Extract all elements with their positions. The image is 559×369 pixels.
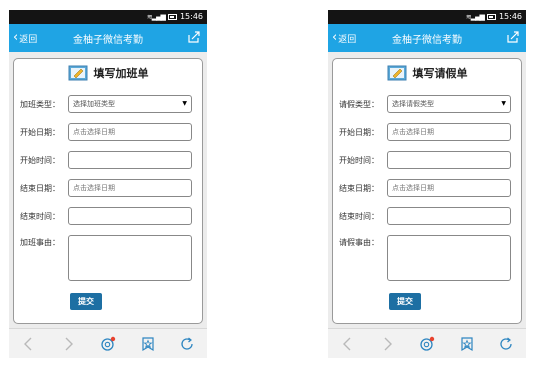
start-date-field[interactable] [387, 123, 511, 141]
browser-back-button[interactable] [337, 333, 359, 355]
browser-toolbar [328, 328, 526, 358]
search-globe-icon [101, 336, 116, 351]
status-bar: ≋▂▄▆ 15:46 [328, 10, 526, 24]
browser-toolbar [9, 328, 207, 358]
end-date-label: 结束日期： [20, 183, 60, 193]
form-title: 填写请假单 [412, 67, 468, 80]
end-date-field[interactable] [387, 179, 511, 197]
submit-button[interactable]: 提交 [70, 293, 102, 310]
start-time-row: 开始时间： [20, 151, 196, 169]
bookmark-star-icon [460, 336, 473, 351]
start-time-label: 开始时间： [20, 155, 60, 165]
back-button[interactable]: ‹ 返回 [332, 24, 356, 52]
end-time-row: 结束时间： [339, 207, 515, 225]
overtime-screen: ≋▂▄▆ 15:46 ‹ 返回 金柚子微信考勤 填写加班单 加班类型： 选择加班… [9, 10, 207, 358]
leave-type-label: 请假类型： [339, 99, 379, 109]
leave-type-value: 选择请假类型 [392, 100, 434, 108]
status-bar: ≋▂▄▆ 15:46 [9, 10, 207, 24]
battery-icon [167, 14, 177, 20]
submit-button[interactable]: 提交 [389, 293, 421, 310]
browser-search-button[interactable] [416, 333, 438, 355]
start-date-row: 开始日期： [339, 123, 515, 141]
form-header: 填写请假单 [333, 65, 521, 81]
overtime-type-select[interactable]: 选择加班类型 ▼ [68, 95, 192, 113]
end-time-label: 结束时间： [339, 211, 379, 221]
back-arrow-icon [342, 337, 351, 350]
form-header: 填写加班单 [14, 65, 202, 81]
browser-bookmark-button[interactable] [456, 333, 478, 355]
status-time: 15:46 [179, 12, 203, 21]
browser-back-button[interactable] [18, 333, 40, 355]
end-time-row: 结束时间： [20, 207, 196, 225]
reason-row: 加班事由： [20, 235, 196, 281]
end-date-row: 结束日期： [339, 179, 515, 197]
start-time-row: 开始时间： [339, 151, 515, 169]
overtime-form-card: 填写加班单 加班类型： 选择加班类型 ▼ 开始日期： 开始时间： 结束日期： 结… [13, 58, 203, 324]
forward-arrow-icon [65, 337, 74, 350]
wifi-signal-icon: ≋▂▄▆ [146, 13, 166, 21]
status-time: 15:46 [498, 12, 522, 21]
start-time-label: 开始时间： [339, 155, 379, 165]
back-button[interactable]: ‹ 返回 [13, 24, 37, 52]
search-globe-icon [420, 336, 435, 351]
start-date-field[interactable] [68, 123, 192, 141]
dropdown-arrow-icon: ▼ [182, 100, 187, 107]
leave-type-row: 请假类型： 选择请假类型 ▼ [339, 95, 515, 113]
leave-type-select[interactable]: 选择请假类型 ▼ [387, 95, 511, 113]
start-time-field[interactable] [68, 151, 192, 169]
app-title: 金柚子微信考勤 [392, 34, 462, 46]
browser-forward-button[interactable] [376, 333, 398, 355]
reason-label: 加班事由： [20, 238, 60, 247]
browser-bookmark-button[interactable] [137, 333, 159, 355]
bookmark-star-icon [141, 336, 154, 351]
app-title: 金柚子微信考勤 [73, 34, 143, 46]
share-icon[interactable] [506, 30, 520, 44]
end-time-field[interactable] [387, 207, 511, 225]
refresh-icon [500, 337, 512, 350]
refresh-icon [181, 337, 193, 350]
dropdown-arrow-icon: ▼ [501, 100, 506, 107]
form-title: 填写加班单 [93, 67, 149, 80]
end-date-row: 结束日期： [20, 179, 196, 197]
edit-form-icon [387, 65, 406, 81]
start-date-label: 开始日期： [339, 127, 379, 137]
leave-screen: ≋▂▄▆ 15:46 ‹ 返回 金柚子微信考勤 填写请假单 请假类型： 选择请假… [328, 10, 526, 358]
end-time-label: 结束时间： [20, 211, 60, 221]
start-date-label: 开始日期： [20, 127, 60, 137]
wifi-signal-icon: ≋▂▄▆ [465, 13, 485, 21]
end-date-field[interactable] [68, 179, 192, 197]
back-label: 返回 [19, 34, 38, 45]
back-label: 返回 [338, 34, 357, 45]
start-date-row: 开始日期： [20, 123, 196, 141]
forward-arrow-icon [384, 337, 393, 350]
overtime-type-label: 加班类型： [20, 99, 60, 109]
reason-textarea[interactable] [68, 235, 192, 281]
battery-icon [486, 14, 496, 20]
back-arrow-icon [23, 337, 32, 350]
chevron-left-icon: ‹ [332, 30, 338, 45]
reason-row: 请假事由： [339, 235, 515, 281]
browser-refresh-button[interactable] [495, 333, 517, 355]
edit-form-icon [68, 65, 87, 81]
start-time-field[interactable] [387, 151, 511, 169]
end-time-field[interactable] [68, 207, 192, 225]
overtime-type-row: 加班类型： 选择加班类型 ▼ [20, 95, 196, 113]
overtime-type-value: 选择加班类型 [73, 100, 115, 108]
browser-search-button[interactable] [97, 333, 119, 355]
leave-form-card: 填写请假单 请假类型： 选择请假类型 ▼ 开始日期： 开始时间： 结束日期： 结… [332, 58, 522, 324]
title-bar: ‹ 返回 金柚子微信考勤 [328, 24, 526, 52]
share-icon[interactable] [187, 30, 201, 44]
title-bar: ‹ 返回 金柚子微信考勤 [9, 24, 207, 52]
reason-textarea[interactable] [387, 235, 511, 281]
browser-forward-button[interactable] [57, 333, 79, 355]
chevron-left-icon: ‹ [13, 30, 19, 45]
reason-label: 请假事由： [339, 238, 379, 247]
browser-refresh-button[interactable] [176, 333, 198, 355]
end-date-label: 结束日期： [339, 183, 379, 193]
